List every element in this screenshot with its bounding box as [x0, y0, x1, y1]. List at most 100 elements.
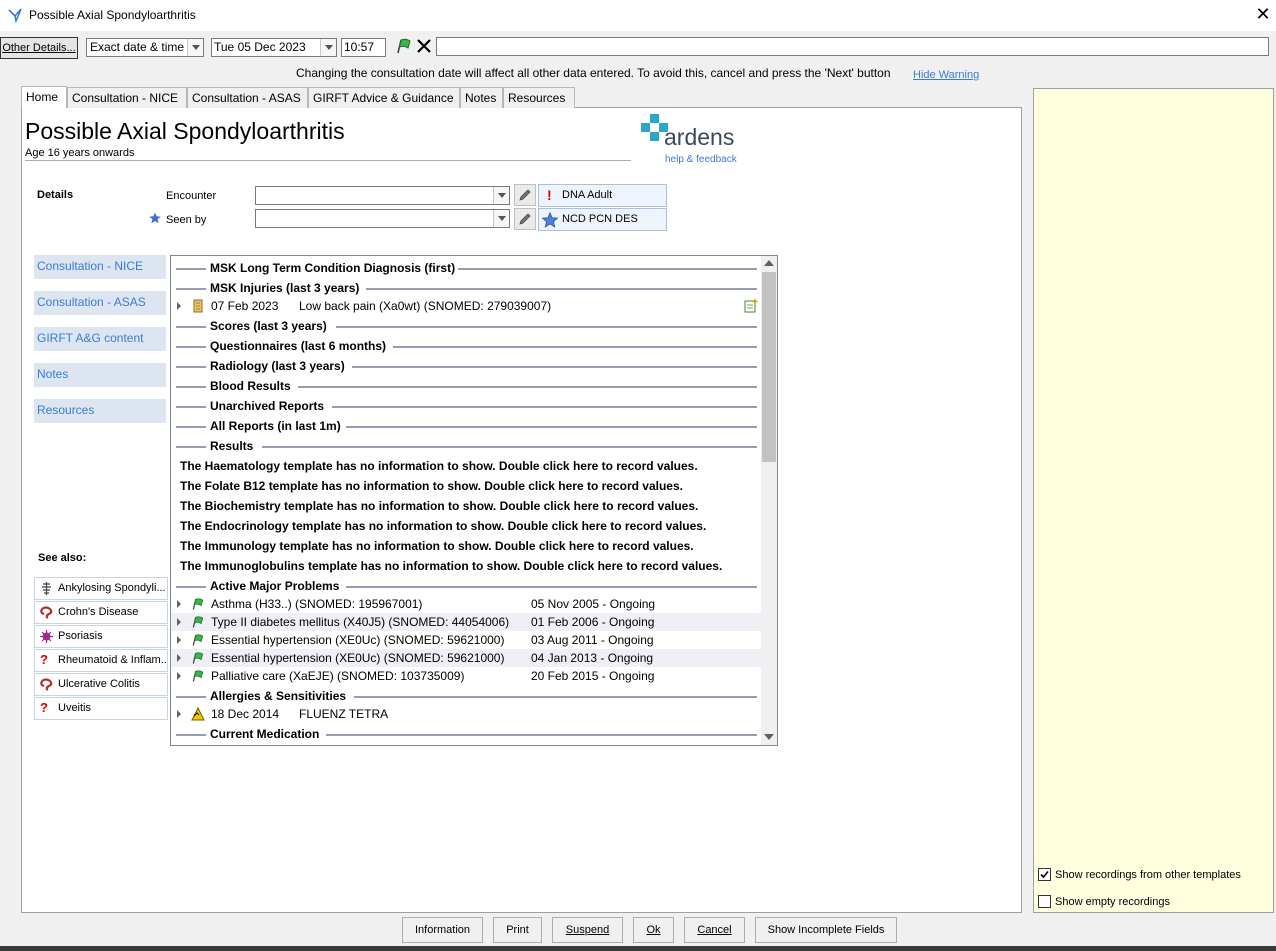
ardens-logo-text: ardens	[664, 124, 735, 150]
expand-triangle-icon[interactable]	[177, 672, 181, 680]
allergy-date: 18 Dec 2014	[211, 707, 280, 721]
show-empty-recordings-label[interactable]: Show empty recordings	[1055, 896, 1170, 908]
flag-icon	[192, 598, 204, 610]
immunology-empty-message[interactable]: The Immunology template has no informati…	[180, 539, 694, 553]
chevron-down-icon[interactable]	[493, 210, 509, 227]
app-icon	[8, 8, 22, 23]
table-row[interactable]: Essential hypertension (XE0Uc) (SNOMED: …	[171, 649, 761, 667]
section-title: Current Medication	[210, 727, 320, 741]
date-mode-value: Exact date & time	[90, 40, 185, 54]
hide-warning-link[interactable]: Hide Warning	[913, 69, 979, 81]
star-icon	[149, 212, 161, 224]
scroll-down-icon[interactable]	[764, 734, 774, 740]
date-picker[interactable]: Tue 05 Dec 2023	[211, 38, 337, 57]
show-other-templates-checkbox[interactable]	[1038, 868, 1051, 881]
see-also-rheumatoid[interactable]: ? Rheumatoid & Inflam...	[34, 649, 168, 672]
problem-date: 03 Aug 2011 - Ongoing	[531, 633, 654, 647]
expand-triangle-icon[interactable]	[177, 618, 181, 626]
seen-by-select[interactable]	[255, 209, 510, 228]
information-button[interactable]: Information	[402, 917, 483, 943]
chevron-down-icon[interactable]	[320, 39, 336, 56]
time-field[interactable]: 10:57	[341, 38, 386, 57]
scroll-document-icon	[193, 299, 203, 313]
nav-consultation-asas[interactable]: Consultation - ASAS	[34, 291, 166, 315]
see-also-psoriasis[interactable]: Psoriasis	[34, 625, 168, 648]
table-row[interactable]: Essential hypertension (XE0Uc) (SNOMED: …	[171, 631, 761, 649]
tab-notes[interactable]: Notes	[460, 87, 503, 108]
folate-b12-empty-message[interactable]: The Folate B12 template has no informati…	[180, 479, 683, 493]
flag-icon[interactable]	[395, 37, 413, 55]
encounter-select[interactable]	[255, 186, 510, 205]
seen-by-label: Seen by	[166, 214, 207, 226]
title-bar: Possible Axial Spondyloarthritis ✕	[0, 0, 1276, 31]
chevron-down-icon[interactable]	[187, 39, 203, 56]
close-icon[interactable]: ✕	[1254, 4, 1272, 24]
details-label: Details	[37, 189, 74, 201]
immunoglobulins-empty-message[interactable]: The Immunoglobulins template has no info…	[180, 559, 722, 573]
flag-icon	[192, 634, 204, 646]
expand-triangle-icon[interactable]	[177, 636, 181, 644]
ncd-pcn-des-tag[interactable]: NCD PCN DES	[538, 208, 667, 231]
section-scores: Scores (last 3 years)	[174, 316, 757, 336]
biochemistry-empty-message[interactable]: The Biochemistry template has no informa…	[180, 499, 698, 513]
encounter-edit-button[interactable]	[514, 184, 536, 206]
tab-consultation-nice[interactable]: Consultation - NICE	[67, 87, 187, 108]
nav-consultation-nice[interactable]: Consultation - NICE	[34, 255, 166, 279]
allergy-warning-icon	[191, 707, 205, 721]
injury-date: 07 Feb 2023	[211, 299, 279, 313]
show-other-templates-label[interactable]: Show recordings from other templates	[1055, 869, 1241, 881]
cancel-x-icon[interactable]	[416, 38, 432, 54]
date-mode-select[interactable]: Exact date & time	[86, 38, 204, 57]
problem-name: Essential hypertension (XE0Uc) (SNOMED: …	[211, 633, 505, 647]
suspend-button[interactable]: Suspend	[552, 917, 623, 943]
section-blood-results: Blood Results	[174, 376, 757, 396]
other-details-button[interactable]: Other Details...	[0, 37, 78, 59]
chevron-down-icon[interactable]	[493, 187, 509, 204]
nav-girft-ag-content[interactable]: GIRFT A&G content	[34, 327, 166, 351]
problem-date: 04 Jan 2013 - Ongoing	[531, 651, 654, 665]
scroll-up-icon[interactable]	[764, 260, 774, 266]
see-also-crohns-disease[interactable]: Crohn's Disease	[34, 601, 168, 624]
help-feedback-link[interactable]: help & feedback	[665, 154, 737, 165]
table-row[interactable]: Palliative care (XaEJE) (SNOMED: 1037350…	[171, 667, 761, 685]
encounter-label: Encounter	[166, 190, 217, 202]
tab-consultation-asas[interactable]: Consultation - ASAS	[187, 87, 308, 108]
list-item[interactable]: 18 Dec 2014 FLUENZ TETRA	[171, 705, 761, 723]
section-title: Radiology (last 3 years)	[210, 359, 345, 373]
expand-triangle-icon[interactable]	[177, 654, 181, 662]
tab-resources[interactable]: Resources	[503, 87, 575, 108]
tab-home[interactable]: Home	[21, 86, 67, 108]
nav-notes[interactable]: Notes	[34, 363, 166, 387]
section-title: MSK Injuries (last 3 years)	[210, 281, 360, 295]
table-row[interactable]: Type II diabetes mellitus (X40J5) (SNOME…	[171, 613, 761, 631]
seen-by-edit-button[interactable]	[514, 208, 536, 230]
see-also-label-text: Uveitis	[58, 702, 92, 714]
tab-girft-advice[interactable]: GIRFT Advice & Guidance	[308, 87, 460, 108]
print-button[interactable]: Print	[493, 917, 542, 943]
see-also-label: See also:	[38, 552, 87, 564]
skin-icon	[40, 630, 53, 643]
ok-button[interactable]: Ok	[633, 917, 674, 943]
show-empty-recordings-checkbox[interactable]	[1038, 895, 1051, 908]
expand-triangle-icon[interactable]	[177, 302, 181, 310]
see-also-uveitis[interactable]: ? Uveitis	[34, 697, 168, 720]
show-incomplete-fields-button[interactable]: Show Incomplete Fields	[755, 917, 897, 943]
free-text-input[interactable]	[436, 37, 1269, 56]
table-row[interactable]: Asthma (H33..) (SNOMED: 195967001) 05 No…	[171, 595, 761, 613]
list-item[interactable]: 07 Feb 2023 Low back pain (Xa0wt) (SNOME…	[171, 297, 761, 315]
title-divider	[25, 160, 631, 161]
endocrinology-empty-message[interactable]: The Endocrinology template has no inform…	[180, 519, 706, 533]
see-also-ankylosing-spondylitis[interactable]: Ankylosing Spondyli...	[34, 577, 168, 600]
see-also-ulcerative-colitis[interactable]: Ulcerative Colitis	[34, 673, 168, 696]
dna-adult-tag[interactable]: ! DNA Adult	[538, 184, 667, 207]
scrollbar-thumb[interactable]	[762, 272, 776, 462]
add-note-icon[interactable]	[744, 298, 759, 313]
cancel-button[interactable]: Cancel	[684, 917, 745, 943]
injury-text: Low back pain (Xa0wt) (SNOMED: 279039007…	[299, 299, 552, 313]
recordings-list[interactable]: MSK Long Term Condition Diagnosis (first…	[170, 255, 778, 746]
expand-triangle-icon[interactable]	[177, 600, 181, 608]
haematology-empty-message[interactable]: The Haematology template has no informat…	[180, 459, 698, 473]
expand-triangle-icon[interactable]	[177, 710, 181, 718]
see-also-label-text: Rheumatoid & Inflam...	[58, 654, 168, 666]
nav-resources[interactable]: Resources	[34, 399, 166, 423]
